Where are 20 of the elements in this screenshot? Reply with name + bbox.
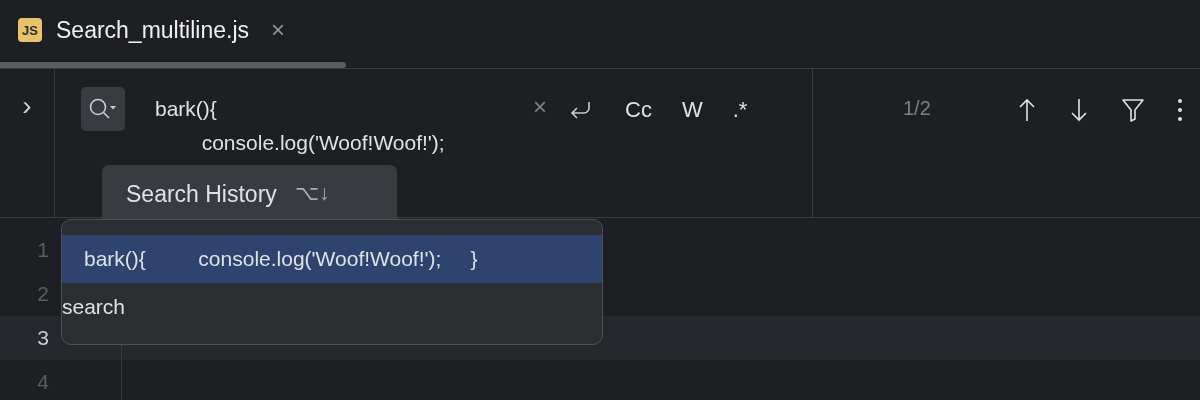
close-button[interactable]: × [271,16,286,44]
more-icon[interactable] [1176,97,1183,123]
shortcut-text: ⌥↓ [294,181,330,205]
line-number: 4 [0,360,122,400]
match-count: 1/2 [903,97,931,120]
search-history-button[interactable] [81,87,125,131]
scrollbar-thumb[interactable] [0,62,346,68]
option-toggle[interactable]: Cc [623,97,654,123]
tooltip-text: Search History [126,181,277,208]
history-item[interactable]: bark(){ console.log('Woof!Woof!'); } [62,235,602,283]
expand-button[interactable]: › [22,91,32,125]
down-arrow-icon[interactable] [1068,97,1089,123]
option-toggle[interactable]: W [679,97,705,123]
file-tab[interactable]: JS Search_multiline.js × [0,0,1200,60]
filter-icon[interactable] [1120,97,1145,123]
tab-title: Search_multiline.js [56,16,250,44]
js-file-icon: JS [18,18,42,42]
search-field[interactable]: bark(){ console.log('Woof!Woof!'); [155,87,525,160]
option-toggle[interactable]: .* [730,97,750,123]
clear-button[interactable]: × [533,93,547,121]
